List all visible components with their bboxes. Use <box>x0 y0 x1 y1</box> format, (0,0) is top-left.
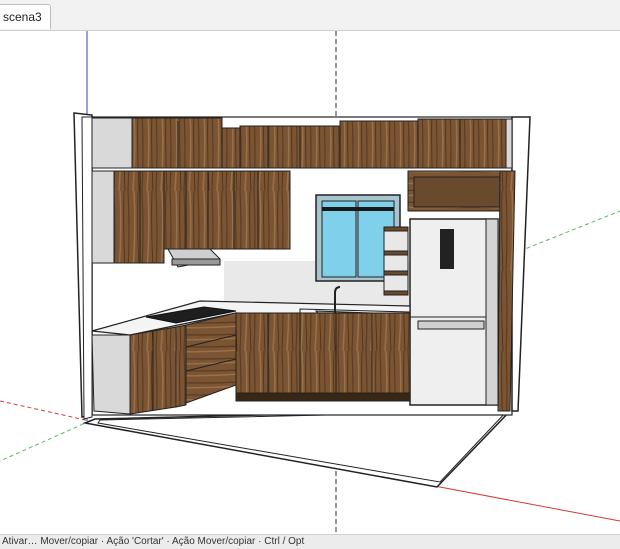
front-corner-post <box>81 116 93 420</box>
tab-scene-label: scena3 <box>3 10 42 24</box>
status-text: Ativar… Mover/copiar · Ação 'Cortar' · A… <box>2 536 305 547</box>
status-bar: Ativar… Mover/copiar · Ação 'Cortar' · A… <box>0 534 620 549</box>
scene-tab-bar: scena3 <box>0 0 620 31</box>
refrigerator[interactable] <box>409 218 499 406</box>
toe-kick <box>235 392 411 402</box>
3d-viewport[interactable] <box>0 31 620 534</box>
model-canvas[interactable] <box>0 31 620 534</box>
range-hood[interactable] <box>167 248 222 268</box>
lower-cabinets-back[interactable] <box>235 312 411 402</box>
fridge-handle <box>417 320 485 330</box>
tab-scene[interactable]: scena3 <box>0 4 51 29</box>
lower-cabinets-left[interactable] <box>91 324 187 415</box>
corner-shelves[interactable] <box>383 226 409 296</box>
fridge-display <box>440 229 454 269</box>
upper-cabinet-side <box>91 117 133 169</box>
